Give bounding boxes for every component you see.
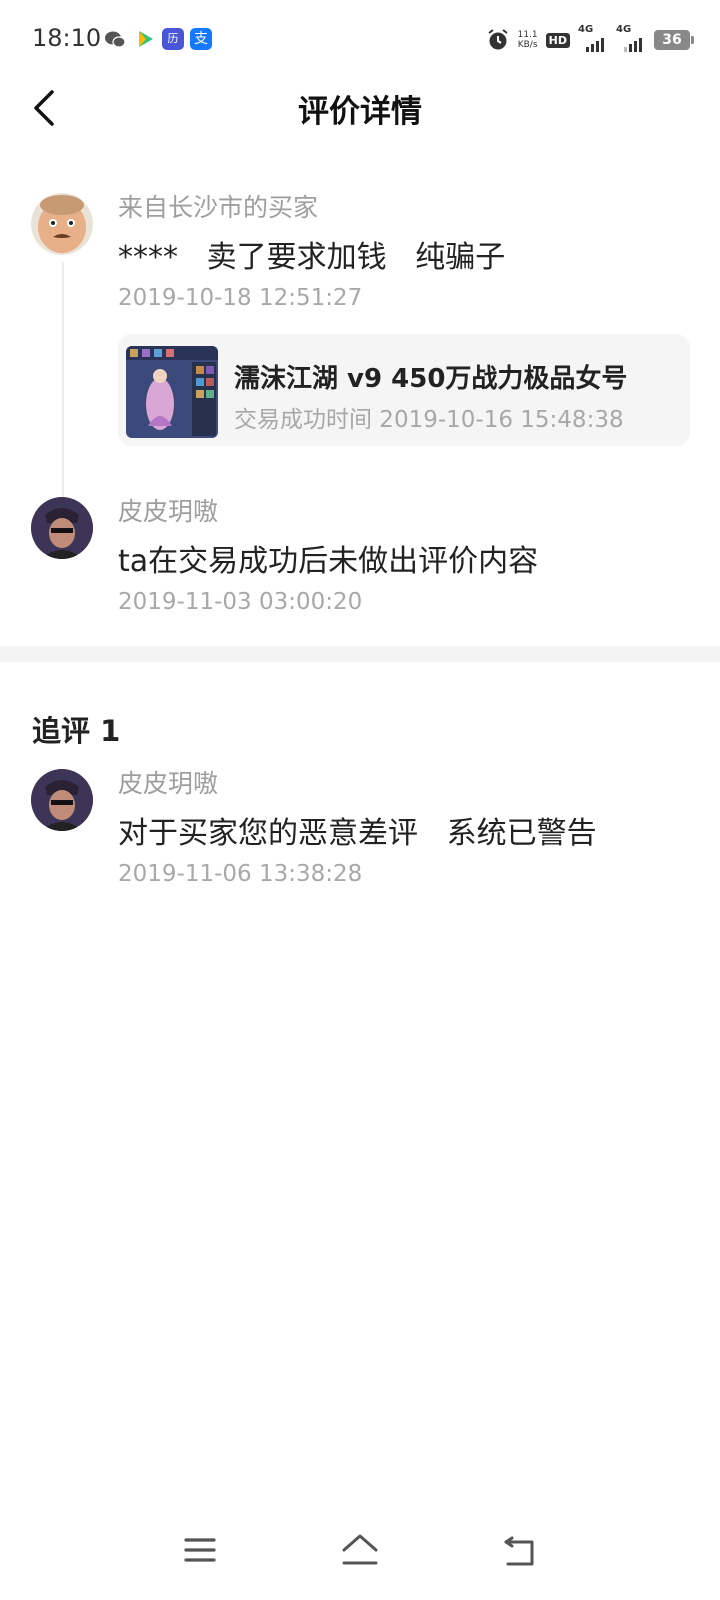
wechat-icon bbox=[104, 28, 126, 50]
status-indicators: 11.1 KB/s HD 4G 4G 36 bbox=[486, 24, 694, 54]
home-icon[interactable] bbox=[338, 1530, 382, 1570]
network-speed-unit: KB/s bbox=[517, 40, 538, 50]
product-title: 濡沫江湖 v9 450万战力极品女号 bbox=[234, 364, 628, 394]
history-app-icon: 历 bbox=[162, 28, 184, 50]
review-author: 皮皮玥嗷 bbox=[118, 497, 219, 526]
avatar[interactable] bbox=[31, 769, 93, 831]
signal-icon: 4G bbox=[578, 24, 608, 52]
avatar[interactable] bbox=[31, 497, 93, 559]
review-content: **** 卖了要求加钱 纯骗子 bbox=[118, 240, 506, 275]
status-bar: 18:10 历 支 11.1 KB/s HD 4G 4G 36 bbox=[0, 0, 720, 80]
menu-icon[interactable] bbox=[178, 1530, 222, 1570]
followup-time: 2019-11-06 13:38:28 bbox=[118, 861, 363, 887]
sim1-network-label: 4G bbox=[578, 24, 594, 35]
review-author: 来自长沙市的买家 bbox=[118, 193, 319, 222]
review-content: ta在交易成功后未做出评价内容 bbox=[118, 544, 539, 579]
alarm-icon bbox=[486, 28, 510, 52]
system-navigation-bar bbox=[0, 1530, 720, 1590]
page-title: 评价详情 bbox=[298, 94, 422, 130]
signal-icon-2: 4G bbox=[616, 24, 646, 52]
battery-icon: 36 bbox=[654, 30, 694, 50]
status-time: 18:10 bbox=[32, 24, 102, 52]
followup-title: 追评 1 bbox=[32, 714, 121, 748]
product-card[interactable]: 濡沫江湖 v9 450万战力极品女号 交易成功时间 2019-10-16 15:… bbox=[118, 334, 690, 446]
sim2-network-label: 4G bbox=[616, 24, 632, 35]
review-time: 2019-10-18 12:51:27 bbox=[118, 285, 363, 311]
hd-icon: HD bbox=[545, 32, 570, 48]
review-time: 2019-11-03 03:00:20 bbox=[118, 589, 363, 615]
network-speed: 11.1 KB/s bbox=[518, 30, 538, 50]
section-divider bbox=[0, 646, 720, 662]
header: 评价详情 bbox=[0, 80, 720, 144]
back-icon[interactable] bbox=[498, 1530, 542, 1570]
product-trade-time: 交易成功时间 2019-10-16 15:48:38 bbox=[234, 407, 624, 433]
product-thumbnail bbox=[126, 346, 218, 438]
network-speed-value: 11.1 bbox=[517, 30, 538, 40]
followup-author: 皮皮玥嗷 bbox=[118, 769, 219, 798]
video-app-icon bbox=[134, 28, 156, 50]
followup-content: 对于买家您的恶意差评 系统已警告 bbox=[118, 816, 597, 851]
thread-line bbox=[62, 262, 64, 502]
avatar[interactable] bbox=[31, 193, 93, 255]
alipay-icon: 支 bbox=[190, 28, 212, 50]
